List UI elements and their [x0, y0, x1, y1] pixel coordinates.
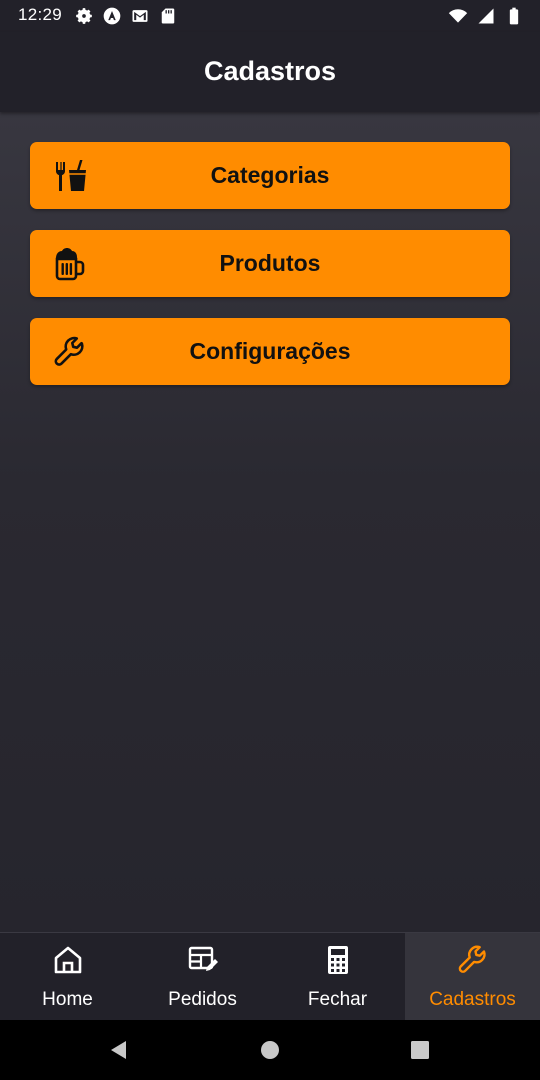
settings-icon [76, 8, 92, 24]
battery-icon [509, 7, 519, 25]
nav-label-pedidos: Pedidos [168, 989, 237, 1010]
signal-icon [478, 8, 494, 24]
status-icons-right [448, 6, 524, 26]
produtos-label: Produtos [219, 250, 321, 276]
beer-mug-icon [55, 247, 85, 280]
app-a-icon [103, 7, 121, 25]
status-icons-left [74, 6, 178, 26]
nav-item-fechar[interactable]: Fechar [270, 933, 405, 1021]
system-nav-bar [0, 1020, 540, 1080]
status-bar: 12:29 [0, 0, 540, 32]
nav-label-cadastros: Cadastros [429, 989, 516, 1010]
utensils-drink-icon [56, 159, 87, 191]
recents-icon[interactable] [408, 1038, 432, 1062]
app-header: Cadastros [0, 32, 540, 112]
gmail-icon [132, 10, 148, 22]
nav-item-cadastros[interactable]: Cadastros [405, 933, 540, 1021]
wifi-icon [448, 9, 468, 23]
configuracoes-button[interactable]: Configurações [30, 318, 510, 385]
edit-list-icon [188, 946, 218, 971]
nav-label-home: Home [42, 989, 93, 1010]
wrench-icon [458, 945, 486, 973]
back-icon[interactable] [107, 1038, 131, 1062]
home-circle-icon[interactable] [258, 1038, 282, 1062]
page-title: Cadastros [203, 55, 337, 86]
nav-item-pedidos[interactable]: Pedidos [135, 933, 270, 1021]
categorias-button[interactable]: Categorias [30, 142, 510, 209]
home-icon [54, 946, 81, 974]
status-time: 12:29 [18, 5, 63, 24]
calculator-icon [327, 946, 348, 974]
sd-card-icon [161, 8, 175, 24]
produtos-button[interactable]: Produtos [30, 230, 510, 297]
nav-label-fechar: Fechar [307, 989, 368, 1010]
wrench-icon [54, 336, 84, 366]
main-content: Categorias Produtos Configurações [0, 112, 540, 932]
bottom-nav: Home Pedidos Fechar Cadastros [0, 932, 540, 1021]
configuracoes-label: Configurações [189, 338, 351, 364]
categorias-label: Categorias [210, 162, 330, 188]
nav-item-home[interactable]: Home [0, 933, 135, 1021]
